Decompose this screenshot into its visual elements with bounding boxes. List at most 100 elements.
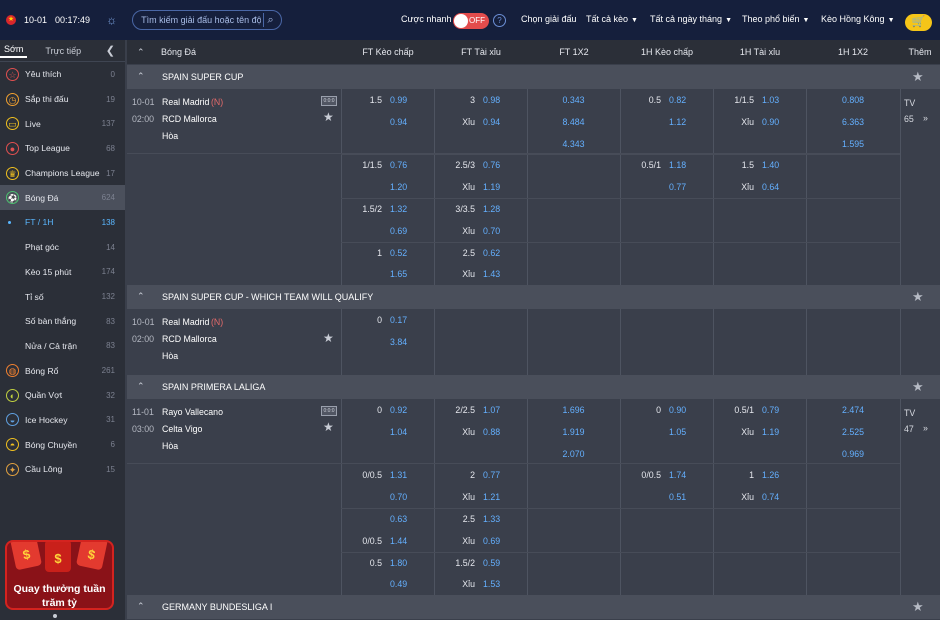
home-team[interactable]: Rayo Vallecano (162, 407, 223, 417)
odds-1x2[interactable]: 2.474 (806, 405, 900, 415)
sidebar-item-bong-chuyen[interactable]: ◓ Bóng Chuyền 6 (0, 432, 125, 457)
odds-value[interactable]: 1.19 (762, 427, 779, 437)
live-stats-icon[interactable]: 0:0:0 (321, 406, 337, 416)
collapse-all-icon[interactable]: ⌃ (137, 47, 145, 58)
odds-value[interactable]: 1.74 (669, 470, 686, 480)
odds-value[interactable]: 0.94 (483, 117, 500, 127)
odds-value[interactable]: 0.76 (483, 160, 500, 170)
odds-1x2[interactable]: 2.070 (527, 449, 620, 459)
search-icon[interactable]: ⌕ (263, 13, 277, 27)
odds-value[interactable]: 0.64 (762, 182, 779, 192)
odds-value[interactable]: 0.82 (669, 95, 686, 105)
collapse-league-icon[interactable]: ⌃ (137, 71, 145, 82)
odds-1x2[interactable]: 6.363 (806, 117, 900, 127)
league-header[interactable]: ⌃ SPAIN SUPER CUP - WHICH TEAM WILL QUALI… (127, 285, 940, 309)
sidebar-item-yeu-thich[interactable]: ☆ Yêu thích 0 (0, 62, 125, 87)
sort-popular-menu[interactable]: Theo phổ biến ▼ (742, 14, 809, 24)
sidebar-item-cau-long[interactable]: ✦ Cầu Lông 15 (0, 457, 125, 482)
collapse-league-icon[interactable]: ⌃ (137, 291, 145, 302)
odds-value[interactable]: 1.07 (483, 405, 500, 415)
odds-value[interactable]: 1.53 (483, 579, 500, 589)
favorite-league-icon[interactable]: ★ (912, 289, 924, 305)
sidebar-item-live[interactable]: ▭ Live 137 (0, 111, 125, 136)
odds-value[interactable]: 0.76 (390, 160, 407, 170)
odds-value[interactable]: 0.69 (390, 226, 407, 236)
odds-value[interactable]: 0.49 (390, 579, 407, 589)
collapse-league-icon[interactable]: ⌃ (137, 381, 145, 392)
odds-1x2[interactable]: 1.696 (527, 405, 620, 415)
all-bets-menu[interactable]: Tất cả kèo ▼ (586, 14, 638, 24)
odds-1x2[interactable]: 2.525 (806, 427, 900, 437)
tab-early[interactable]: Sớm (0, 44, 28, 58)
favorite-match-icon[interactable]: ★ (323, 331, 334, 345)
odds-value[interactable]: 0.90 (669, 405, 686, 415)
odds-1x2[interactable]: 1.595 (806, 139, 900, 149)
odds-value[interactable]: 0.69 (483, 536, 500, 546)
odds-value[interactable]: 1.05 (669, 427, 686, 437)
odds-value[interactable]: 1.03 (762, 95, 779, 105)
odds-1x2[interactable]: 1.919 (527, 427, 620, 437)
chevron-right-icon[interactable]: » (923, 423, 928, 433)
odds-1x2[interactable]: 0.969 (806, 449, 900, 459)
odds-value[interactable]: 0.88 (483, 427, 500, 437)
sidebar-item-champions-league[interactable]: ♛ Champions League 17 (0, 161, 125, 186)
sidebar-item-sap-thi-au[interactable]: ◷ Sắp thi đấu 19 (0, 87, 125, 112)
away-team[interactable]: RCD Mallorca (162, 334, 217, 344)
help-icon[interactable]: ? (493, 14, 506, 27)
odds-value[interactable]: 1.31 (390, 470, 407, 480)
quick-bet-toggle[interactable]: OFF (453, 13, 489, 29)
chevron-right-icon[interactable]: » (923, 113, 928, 123)
odds-value[interactable]: 1.32 (390, 204, 407, 214)
sidebar-item-ti-so[interactable]: Tỉ số 132 (0, 284, 125, 309)
favorite-league-icon[interactable]: ★ (912, 599, 924, 615)
odds-value[interactable]: 0.74 (762, 492, 779, 502)
odds-value[interactable]: 0.17 (390, 315, 407, 325)
league-header[interactable]: ⌃ SPAIN PRIMERA LALIGA ★ (127, 375, 940, 399)
odds-value[interactable]: 1.33 (483, 514, 500, 524)
odds-1x2[interactable]: 4.343 (527, 139, 620, 149)
bet-slip-icon[interactable]: 🛒 (905, 14, 932, 31)
sidebar-item-bong-ro[interactable]: ◍ Bóng Rổ 261 (0, 358, 125, 383)
odds-value[interactable]: 1.40 (762, 160, 779, 170)
favorite-league-icon[interactable]: ★ (912, 69, 924, 85)
odds-value[interactable]: 3.84 (390, 337, 407, 347)
odds-value[interactable]: 0.70 (483, 226, 500, 236)
sidebar-item-phat-goc[interactable]: Phạt góc 14 (0, 235, 125, 260)
favorite-league-icon[interactable]: ★ (912, 379, 924, 395)
sidebar-item-bong-a[interactable]: ⚽ Bóng Đá 624 (0, 185, 125, 211)
odds-value[interactable]: 0.70 (390, 492, 407, 502)
favorite-match-icon[interactable]: ★ (323, 420, 334, 434)
odds-value[interactable]: 0.94 (390, 117, 407, 127)
odds-value[interactable]: 0.51 (669, 492, 686, 502)
odds-value[interactable]: 1.44 (390, 536, 407, 546)
odds-value[interactable]: 1.04 (390, 427, 407, 437)
odds-1x2[interactable]: 8.484 (527, 117, 620, 127)
more-markets-count[interactable]: 47 (904, 424, 914, 434)
odds-value[interactable]: 1.18 (669, 160, 686, 170)
all-dates-menu[interactable]: Tất cả ngày tháng ▼ (650, 14, 732, 24)
odds-value[interactable]: 1.19 (483, 182, 500, 192)
odds-value[interactable]: 1.26 (762, 470, 779, 480)
search-box[interactable]: ⌕ (132, 10, 283, 30)
live-stats-icon[interactable]: 0:0:0 (321, 96, 337, 106)
collapse-sidebar-icon[interactable]: ❮ (106, 44, 115, 57)
promo-banner[interactable]: $ $ $ Quay thưởng tuần trăm tỷ (5, 540, 114, 610)
sidebar-item-top-league[interactable]: ● Top League 68 (0, 136, 125, 161)
league-header[interactable]: ⌃ SPAIN SUPER CUP ★ (127, 65, 940, 89)
more-markets-count[interactable]: 65 (904, 114, 914, 124)
odds-format-menu[interactable]: Kèo Hồng Kông ▼ (821, 14, 895, 24)
odds-value[interactable]: 0.90 (762, 117, 779, 127)
carousel-dot[interactable] (53, 614, 57, 618)
sidebar-item-keo-15-phut[interactable]: Kèo 15 phút 174 (0, 260, 125, 285)
odds-value[interactable]: 0.98 (483, 95, 500, 105)
sidebar-item-nua-ca-tran[interactable]: Nửa / Cả trận 83 (0, 334, 125, 359)
odds-value[interactable]: 0.62 (483, 248, 500, 258)
odds-value[interactable]: 0.79 (762, 405, 779, 415)
odds-value[interactable]: 0.77 (483, 470, 500, 480)
odds-value[interactable]: 0.52 (390, 248, 407, 258)
odds-value[interactable]: 1.43 (483, 269, 500, 279)
home-team[interactable]: Real Madrid (162, 97, 209, 107)
odds-value[interactable]: 0.63 (390, 514, 407, 524)
away-team[interactable]: Celta Vigo (162, 424, 202, 434)
odds-value[interactable]: 1.12 (669, 117, 686, 127)
